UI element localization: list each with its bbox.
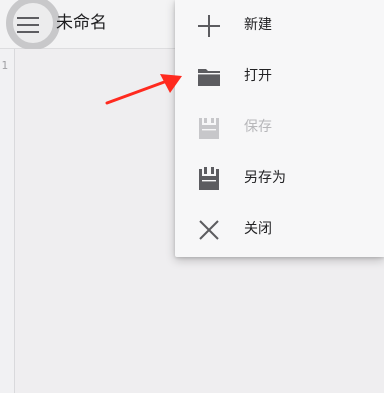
line-number-gutter: 1 xyxy=(0,49,15,393)
menu-item-label: 保存 xyxy=(244,119,272,135)
save-as-icon xyxy=(199,167,219,190)
editor-screen: 未命名 1 新建 打开 保存 另存为 关闭 xyxy=(0,0,384,393)
red-arrow-icon xyxy=(105,74,182,105)
menu-item-save-as[interactable]: 另存为 xyxy=(175,153,384,205)
hamburger-menu-icon xyxy=(17,17,39,33)
menu-item-save[interactable]: 保存 xyxy=(175,102,384,154)
hamburger-menu-button[interactable] xyxy=(0,0,60,50)
menu-item-open[interactable]: 打开 xyxy=(175,51,384,103)
menu-item-label: 打开 xyxy=(244,68,272,84)
plus-icon xyxy=(198,15,220,37)
menu-item-close[interactable]: 关闭 xyxy=(175,204,384,256)
line-number: 1 xyxy=(1,59,8,72)
file-dropdown-menu: 新建 打开 保存 另存为 关闭 xyxy=(175,0,384,257)
menu-item-new[interactable]: 新建 xyxy=(175,0,384,52)
menu-item-label: 关闭 xyxy=(244,221,272,237)
save-icon xyxy=(199,118,219,139)
document-title: 未命名 xyxy=(56,13,107,33)
menu-item-label: 新建 xyxy=(244,17,272,33)
menu-item-label: 另存为 xyxy=(244,170,286,186)
close-icon xyxy=(199,220,219,240)
folder-icon xyxy=(198,69,220,86)
